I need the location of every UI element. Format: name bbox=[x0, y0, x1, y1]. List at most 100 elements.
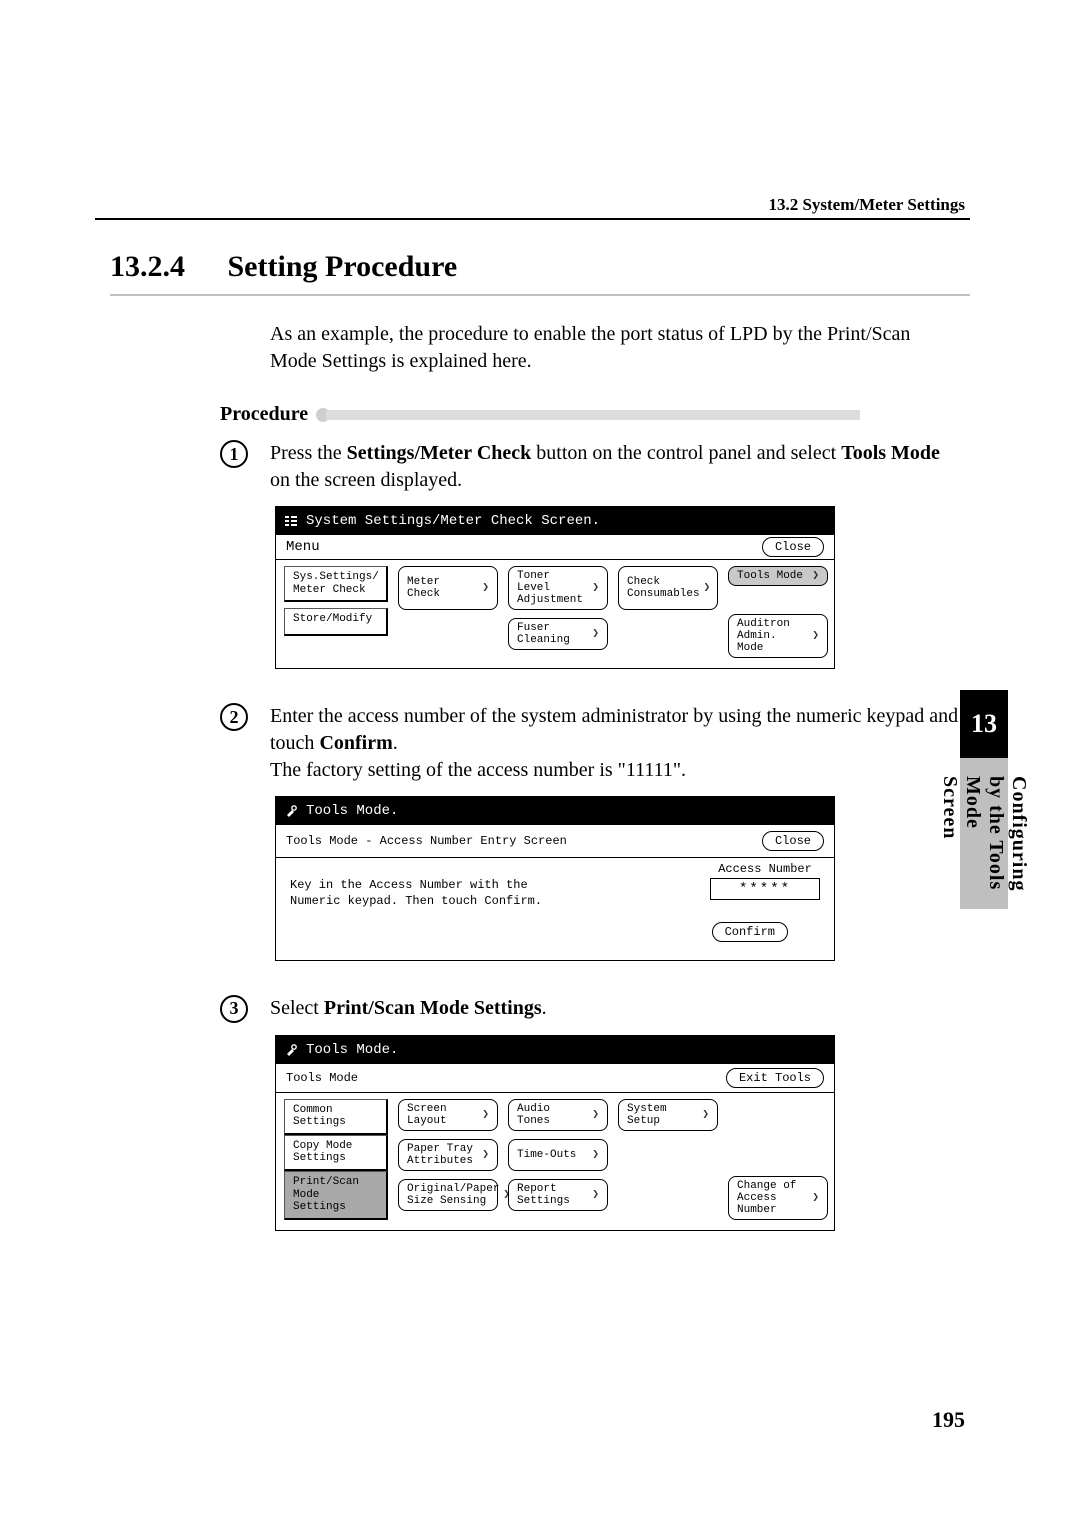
timeouts-label: Time-Outs bbox=[517, 1149, 576, 1161]
original-paper-size-button[interactable]: Original/Paper Size Sensing❯ bbox=[398, 1179, 498, 1211]
access-number-block: Access Number ***** bbox=[710, 862, 820, 900]
close-button[interactable]: Close bbox=[762, 537, 824, 557]
fuser-label: Fuser Cleaning bbox=[517, 622, 588, 646]
running-head: 13.2 System/Meter Settings bbox=[768, 195, 965, 215]
report-settings-button[interactable]: Report Settings❯ bbox=[508, 1179, 608, 1211]
paper-tray-button[interactable]: Paper Tray Attributes ❯ bbox=[398, 1139, 498, 1171]
arrow-right-icon: ❯ bbox=[702, 1109, 709, 1121]
tab-print-scan-mode-settings[interactable]: Print/Scan Mode Settings bbox=[284, 1171, 388, 1220]
close-label: Close bbox=[775, 834, 811, 848]
step-2-bold: Confirm bbox=[319, 732, 392, 754]
timeouts-button[interactable]: Time-Outs ❯ bbox=[508, 1139, 608, 1171]
step-3: 3 Select Print/Scan Mode Settings. bbox=[220, 995, 970, 1023]
step-1-post: on the screen displayed. bbox=[270, 469, 462, 491]
original-paper-label: Original/Paper Size Sensing bbox=[407, 1183, 499, 1207]
tools-mode-button[interactable]: Tools Mode❯ bbox=[728, 566, 828, 586]
arrow-right-icon: ❯ bbox=[592, 628, 599, 640]
procedure-subhead: Procedure bbox=[220, 403, 970, 426]
step-2-badge: 2 bbox=[220, 703, 248, 731]
arrow-right-icon: ❯ bbox=[812, 630, 819, 642]
shot2-instructions: Key in the Access Number with the Numeri… bbox=[290, 878, 550, 909]
shot2-content: Access Number ***** Key in the Access Nu… bbox=[276, 858, 834, 959]
step-3-bold: Print/Scan Mode Settings bbox=[324, 997, 542, 1019]
shot3-panel: Common Settings Copy Mode Settings Print… bbox=[276, 1093, 834, 1230]
shot3-titlebar: Tools Mode. bbox=[276, 1036, 834, 1064]
paper-tray-label: Paper Tray Attributes bbox=[407, 1143, 473, 1167]
audio-tones-button[interactable]: Audio Tones ❯ bbox=[508, 1099, 608, 1131]
arrow-right-icon: ❯ bbox=[503, 1189, 510, 1201]
step-2-post: . bbox=[393, 732, 398, 754]
tab-common-settings[interactable]: Common Settings bbox=[284, 1099, 388, 1135]
step-1-bold1: Settings/Meter Check bbox=[347, 442, 532, 464]
shot1-rightcol: Tools Mode❯ Auditron Admin. Mode❯ bbox=[728, 566, 828, 658]
step-3-badge: 3 bbox=[220, 995, 248, 1023]
shot1-grid: Meter Check ❯ Toner Level Adjustment ❯ Che… bbox=[398, 566, 718, 658]
intro-paragraph: As an example, the procedure to enable t… bbox=[270, 321, 960, 375]
shot2-breadcrumb-row: Tools Mode - Access Number Entry Screen … bbox=[276, 825, 834, 858]
gear-list-icon bbox=[284, 514, 298, 528]
top-rule bbox=[95, 218, 970, 220]
confirm-button[interactable]: Confirm bbox=[712, 922, 788, 942]
step-1-text: Press the Settings/Meter Check button on… bbox=[270, 440, 960, 494]
toner-label: Toner Level Adjustment bbox=[517, 570, 588, 606]
arrow-right-icon: ❯ bbox=[592, 582, 599, 594]
audio-tones-label: Audio Tones bbox=[517, 1103, 588, 1127]
access-number-title: Access Number bbox=[710, 862, 820, 876]
change-access-label: Change of Access Number bbox=[737, 1180, 808, 1216]
step-1-bold2: Tools Mode bbox=[841, 442, 940, 464]
step-2-text: Enter the access number of the system ad… bbox=[270, 703, 960, 784]
meter-check-button[interactable]: Meter Check ❯ bbox=[398, 566, 498, 610]
heading-rule bbox=[110, 294, 970, 296]
tools-mode-label: Tools Mode bbox=[737, 570, 803, 582]
arrow-right-icon: ❯ bbox=[592, 1149, 599, 1161]
tab-copy-mode-settings[interactable]: Copy Mode Settings bbox=[284, 1135, 388, 1171]
close-button[interactable]: Close bbox=[762, 831, 824, 851]
shot1-menubar: Menu Close bbox=[276, 535, 834, 560]
tab-sys-settings-meter-check[interactable]: Sys.Settings/ Meter Check bbox=[284, 566, 388, 602]
screenshot-1: System Settings/Meter Check Screen. Menu… bbox=[275, 506, 835, 669]
screen-layout-label: Screen Layout bbox=[407, 1103, 478, 1127]
system-setup-label: System Setup bbox=[627, 1103, 698, 1127]
arrow-right-icon: ❯ bbox=[482, 1149, 489, 1161]
arrow-right-icon: ❯ bbox=[482, 582, 489, 594]
arrow-right-icon: ❯ bbox=[592, 1189, 599, 1201]
shot1-title: System Settings/Meter Check Screen. bbox=[306, 513, 600, 529]
step-1-pre: Press the bbox=[270, 442, 347, 464]
shot1-menu-label: Menu bbox=[286, 539, 320, 555]
step-1-mid: button on the control panel and select bbox=[531, 442, 841, 464]
exit-tools-label: Exit Tools bbox=[739, 1071, 811, 1085]
tab-store-modify[interactable]: Store/Modify bbox=[284, 608, 388, 636]
step-3-post: . bbox=[542, 997, 547, 1019]
heading-number: 13.2.4 bbox=[110, 250, 220, 284]
change-access-number-button[interactable]: Change of Access Number❯ bbox=[728, 1176, 828, 1220]
auditron-admin-button[interactable]: Auditron Admin. Mode❯ bbox=[728, 614, 828, 658]
step-1-badge: 1 bbox=[220, 440, 248, 468]
shot3-grid: Screen Layout ❯ Audio Tones ❯ System Setup… bbox=[398, 1099, 718, 1220]
system-setup-button[interactable]: System Setup ❯ bbox=[618, 1099, 718, 1131]
chapter-number-badge: 13 bbox=[960, 690, 1008, 758]
fuser-cleaning-button[interactable]: Fuser Cleaning ❯ bbox=[508, 618, 608, 650]
exit-tools-button[interactable]: Exit Tools bbox=[726, 1068, 824, 1088]
tools-icon bbox=[284, 804, 298, 818]
step-3-text: Select Print/Scan Mode Settings. bbox=[270, 995, 547, 1023]
section-heading: 13.2.4 Setting Procedure bbox=[110, 250, 970, 284]
toner-level-button[interactable]: Toner Level Adjustment ❯ bbox=[508, 566, 608, 610]
arrow-right-icon: ❯ bbox=[592, 1109, 599, 1121]
check-consumables-button[interactable]: Check Consumables❯ bbox=[618, 566, 718, 610]
arrow-right-icon: ❯ bbox=[482, 1109, 489, 1121]
step-3-pre: Select bbox=[270, 997, 324, 1019]
heading-title: Setting Procedure bbox=[228, 250, 458, 283]
screen-layout-button[interactable]: Screen Layout ❯ bbox=[398, 1099, 498, 1131]
access-number-field[interactable]: ***** bbox=[710, 878, 820, 900]
close-label: Close bbox=[775, 540, 811, 554]
tools-icon bbox=[284, 1043, 298, 1057]
screenshot-2: Tools Mode. Tools Mode - Access Number E… bbox=[275, 796, 835, 960]
shot3-header-row: Tools Mode Exit Tools bbox=[276, 1064, 834, 1093]
shot3-title: Tools Mode. bbox=[306, 1042, 398, 1058]
shot3-mode-label: Tools Mode bbox=[286, 1071, 358, 1085]
meter-check-label: Meter Check bbox=[407, 576, 478, 600]
shot1-titlebar: System Settings/Meter Check Screen. bbox=[276, 507, 834, 535]
procedure-bar bbox=[326, 410, 860, 420]
shot1-panel: Sys.Settings/ Meter Check Store/Modify M… bbox=[276, 560, 834, 668]
shot2-title: Tools Mode. bbox=[306, 803, 398, 819]
